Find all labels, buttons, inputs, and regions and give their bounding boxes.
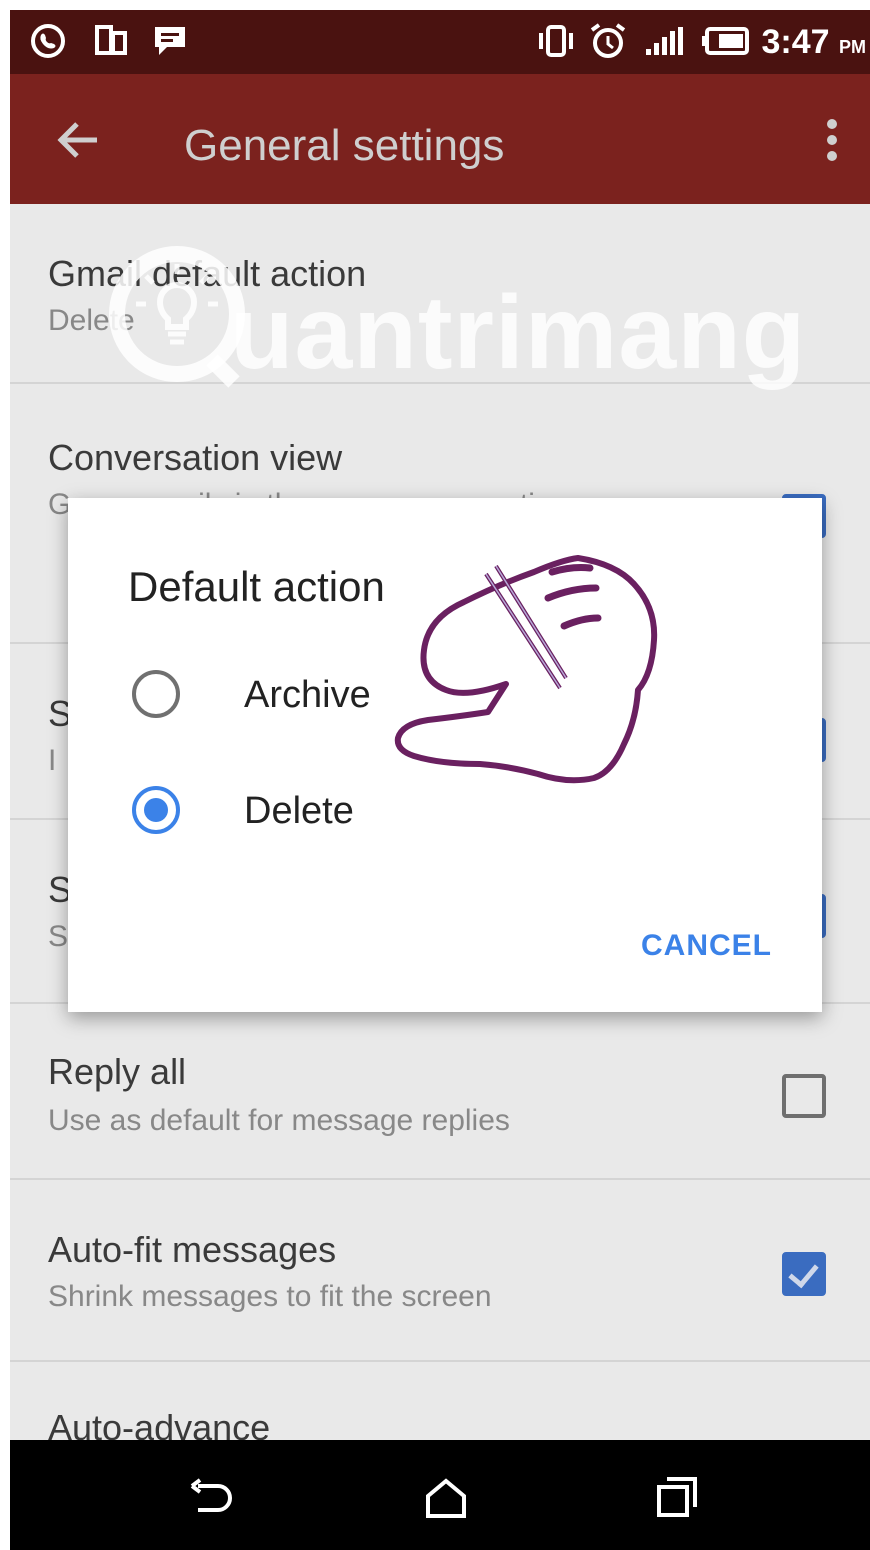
setting-title: Reply all [48, 1051, 187, 1092]
battery-icon [700, 24, 752, 58]
cancel-button[interactable]: CANCEL [641, 928, 772, 964]
dual-screen-icon [92, 24, 132, 58]
setting-title: Auto-fit messages [48, 1229, 337, 1270]
viber-icon [28, 24, 68, 58]
page-title: General settings [184, 121, 505, 170]
default-action-dialog: Default action Archive Delete CANCEL [68, 498, 822, 1012]
phone-screen: 3:47 PM General settings Gmail default a… [10, 10, 870, 1550]
setting-subtitle: S [48, 920, 69, 953]
option-archive[interactable]: Archive [108, 644, 788, 744]
option-label: Archive [244, 674, 371, 716]
reply-all-checkbox[interactable] [782, 1074, 826, 1118]
alarm-icon [586, 23, 630, 58]
auto-fit-checkbox[interactable] [782, 1252, 826, 1296]
recents-icon [657, 1477, 697, 1517]
setting-subtitle: Use as default for message replies [48, 1104, 510, 1137]
dialog-title: Default action [128, 563, 385, 610]
setting-subtitle: Shrink messages to fit the screen [48, 1280, 492, 1313]
setting-title: Gmail default action [48, 253, 367, 294]
option-label: Delete [244, 790, 354, 832]
arrow-left-icon [57, 122, 97, 158]
back-button[interactable] [50, 112, 106, 168]
setting-reply-all[interactable]: Reply all Use as default for message rep… [10, 1004, 870, 1180]
status-time: 3:47 PM [761, 23, 866, 61]
app-bar: General settings [10, 74, 870, 204]
overflow-menu-button[interactable] [812, 112, 852, 168]
nav-recents-button[interactable] [648, 1468, 708, 1528]
back-nav-icon [190, 1478, 232, 1512]
status-bar: 3:47 PM [10, 10, 870, 74]
signal-icon [642, 24, 686, 58]
message-icon [150, 24, 190, 58]
setting-subtitle: I [48, 744, 57, 777]
nav-back-button[interactable] [182, 1468, 242, 1528]
more-vert-icon [827, 119, 837, 161]
navigation-bar [10, 1440, 870, 1550]
delete-radio[interactable] [132, 786, 180, 834]
home-icon [426, 1478, 466, 1518]
setting-title: Conversation view [48, 437, 343, 478]
setting-auto-fit-messages[interactable]: Auto-fit messages Shrink messages to fit… [10, 1180, 870, 1362]
setting-subtitle: Delete [48, 304, 135, 337]
device-frame: 3:47 PM General settings Gmail default a… [0, 0, 870, 1550]
vibrate-icon [534, 24, 578, 58]
setting-gmail-default-action[interactable]: Gmail default action Delete [10, 204, 870, 384]
option-delete[interactable]: Delete [108, 760, 788, 860]
nav-home-button[interactable] [416, 1468, 476, 1528]
archive-radio[interactable] [132, 670, 180, 718]
